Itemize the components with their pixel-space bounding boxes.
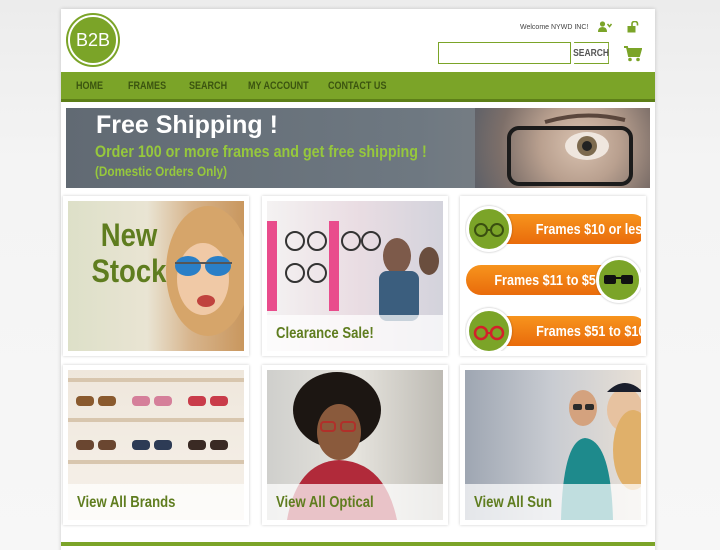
main-nav: HOME FRAMES SEARCH MY ACCOUNT CONTACT US <box>61 72 655 102</box>
glasses-red-icon <box>466 308 512 351</box>
optical-caption-bar: View All Optical <box>267 484 443 520</box>
optical-label: View All Optical <box>276 494 374 511</box>
new-stock-label: New Stock <box>86 217 172 289</box>
price-label-3: Frames $51 to $100 <box>536 322 641 340</box>
nav-item-contact-us[interactable]: CONTACT US <box>328 80 386 92</box>
tile-view-all-sun[interactable]: View All Sun <box>460 365 646 525</box>
page-container: B2B Welcome NYWD INC! SEARCH HOME FRAMES… <box>61 9 655 550</box>
clearance-caption-bar: Clearance Sale! <box>267 315 443 351</box>
clearance-label: Clearance Sale! <box>276 325 374 342</box>
nav-item-home[interactable]: HOME <box>76 80 103 92</box>
tile-view-all-brands[interactable]: View All Brands <box>63 365 249 525</box>
banner-eyewear-photo <box>475 108 650 188</box>
optical-photo: View All Optical <box>267 370 443 520</box>
site-logo[interactable]: B2B <box>68 15 118 65</box>
nav-item-my-account[interactable]: MY ACCOUNT <box>248 80 309 92</box>
clearance-photo: Clearance Sale! <box>267 201 443 351</box>
nav-item-search[interactable]: SEARCH <box>189 80 227 92</box>
glasses-black-icon <box>596 257 641 303</box>
free-shipping-banner[interactable]: Free Shipping ! Order 100 or more frames… <box>66 108 650 188</box>
sun-caption-bar: View All Sun <box>465 484 641 520</box>
new-stock-line2: Stock <box>91 253 167 289</box>
tile-view-all-optical[interactable]: View All Optical <box>262 365 448 525</box>
site-header: B2B Welcome NYWD INC! SEARCH <box>61 9 655 71</box>
brands-caption-bar: View All Brands <box>68 484 244 520</box>
banner-title: Free Shipping ! <box>96 111 278 139</box>
new-stock-photo: New Stock <box>68 201 244 351</box>
search-input[interactable] <box>438 42 571 64</box>
new-stock-line1: New <box>100 217 158 253</box>
nav-item-frames[interactable]: FRAMES <box>128 80 166 92</box>
price-ranges-panel: Frames $10 or less Frames $11 to $50 Fra… <box>465 201 641 351</box>
glasses-green-icon <box>466 206 512 252</box>
tile-clearance[interactable]: Clearance Sale! <box>262 196 448 356</box>
tile-new-stock[interactable]: New Stock <box>63 196 249 356</box>
search-button[interactable]: SEARCH <box>573 42 609 64</box>
sun-photo: View All Sun <box>465 370 641 520</box>
banner-subtitle: Order 100 or more frames and get free sh… <box>95 142 427 161</box>
sun-label: View All Sun <box>474 494 553 511</box>
welcome-text: Welcome NYWD INC! <box>520 24 589 31</box>
brands-photo: View All Brands <box>68 370 244 520</box>
user-account-icon[interactable] <box>598 21 612 33</box>
price-label-1: Frames $10 or less <box>535 220 641 238</box>
shopping-cart-icon[interactable] <box>624 46 642 62</box>
tile-price-ranges: Frames $10 or less Frames $11 to $50 Fra… <box>460 196 646 356</box>
unlock-icon[interactable] <box>627 21 639 33</box>
footer-divider <box>61 542 655 546</box>
banner-note: (Domestic Orders Only) <box>95 163 228 179</box>
price-label-2: Frames $11 to $50 <box>494 271 603 289</box>
brands-label: View All Brands <box>77 494 176 511</box>
